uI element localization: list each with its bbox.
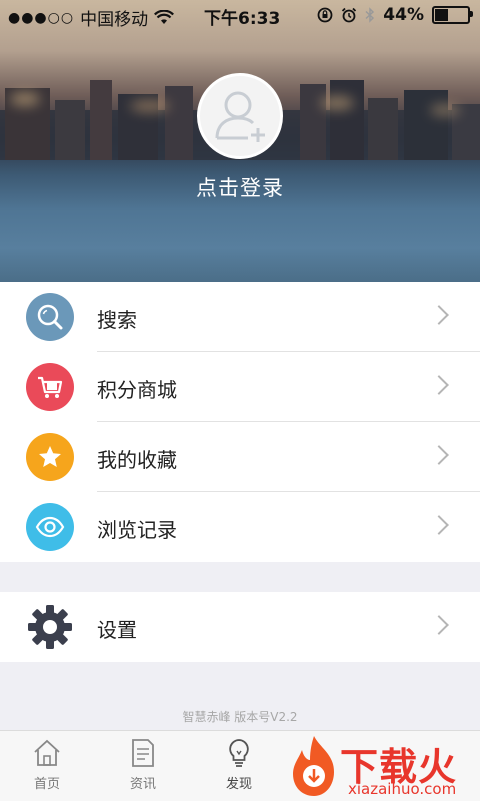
- menu-item-points-mall[interactable]: 积分商城: [0, 352, 480, 422]
- signal-strength: ●●●○○: [8, 9, 75, 26]
- star-icon: [26, 433, 74, 481]
- clock: 下午6:33: [204, 9, 281, 29]
- menu-item-favorites[interactable]: 我的收藏: [0, 422, 480, 492]
- battery-percent: 44%: [383, 5, 424, 25]
- tab-label: 资讯: [129, 777, 156, 792]
- home-icon: [34, 739, 60, 766]
- bluetooth-icon: [365, 7, 375, 23]
- tab-news[interactable]: 资讯: [103, 737, 183, 792]
- flame-logo-icon: [293, 736, 334, 796]
- chevron-right-icon: [429, 305, 449, 325]
- tab-label: 发现: [225, 777, 252, 792]
- chevron-right-icon: [429, 515, 449, 535]
- tab-label: 首页: [33, 777, 60, 792]
- avatar[interactable]: [197, 73, 283, 159]
- watermark-url: xiazaihuo.com: [348, 780, 457, 798]
- wifi-icon: [154, 10, 175, 24]
- menu-item-label: 搜索: [97, 308, 137, 332]
- tab-home[interactable]: 首页: [7, 737, 87, 792]
- settings-label: 设置: [97, 618, 137, 642]
- chevron-right-icon: [429, 615, 449, 635]
- bulb-icon: [229, 739, 249, 767]
- alarm-icon: [342, 7, 357, 23]
- login-link[interactable]: 点击登录: [0, 172, 480, 202]
- status-bar: ●●●○○ 中国移动 下午6:33 44%: [0, 0, 480, 30]
- menu-item-history[interactable]: 浏览记录: [0, 492, 480, 562]
- eye-icon: [26, 503, 74, 551]
- tab-discover[interactable]: 发现: [199, 737, 279, 792]
- menu-item-label: 我的收藏: [97, 448, 177, 472]
- watermark: 下载火 xiazaihuo.com: [284, 732, 480, 800]
- menu-item-search[interactable]: 搜索: [0, 282, 480, 352]
- chevron-right-icon: [429, 375, 449, 395]
- chevron-right-icon: [429, 445, 449, 465]
- menu-item-settings[interactable]: 设置: [0, 592, 480, 662]
- add-user-icon: [215, 91, 265, 142]
- menu-item-label: 浏览记录: [97, 518, 177, 542]
- rotation-lock-icon: [317, 7, 333, 23]
- menu-item-label: 积分商城: [97, 378, 177, 402]
- carrier-name: 中国移动: [80, 10, 149, 30]
- menu-list: 搜索 积分商城 我的收藏 浏览记录: [0, 282, 480, 562]
- version-info: 智慧赤峰 版本号V2.2: [182, 710, 298, 724]
- battery-icon: [432, 6, 473, 24]
- gear-icon: [26, 603, 74, 651]
- cart-icon: [26, 363, 74, 411]
- search-icon: [26, 293, 74, 341]
- news-icon: [132, 739, 154, 767]
